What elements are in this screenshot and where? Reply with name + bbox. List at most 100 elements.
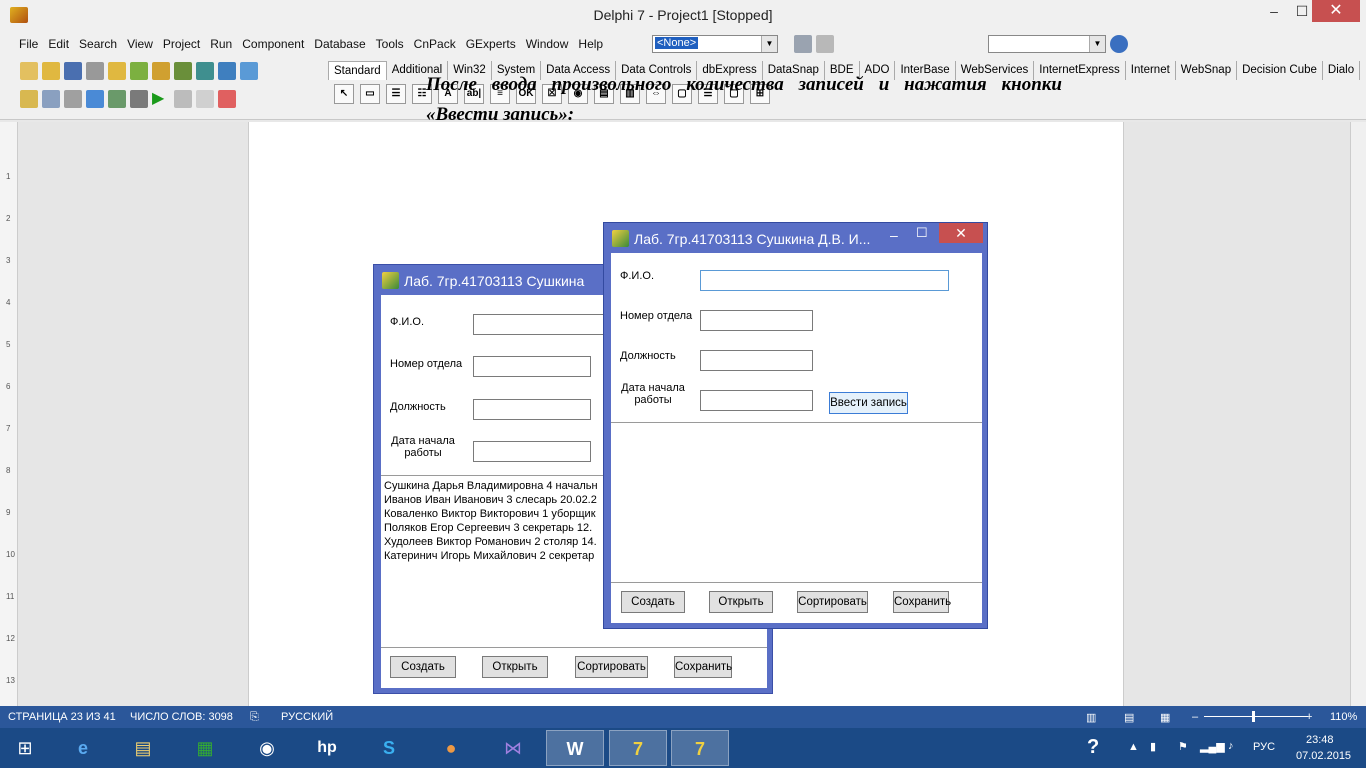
dept-field[interactable] xyxy=(700,310,813,331)
file-explorer-icon[interactable]: ▤ xyxy=(114,730,172,766)
check-icon[interactable] xyxy=(174,62,192,80)
step-icon[interactable] xyxy=(108,90,126,108)
maximize-button[interactable]: ☐ xyxy=(916,225,928,241)
run-icon[interactable]: ▶ xyxy=(152,90,170,108)
position-field[interactable] xyxy=(473,399,591,420)
dept-field[interactable] xyxy=(473,356,591,377)
enter-record-button[interactable]: Ввести запись xyxy=(829,392,908,414)
camera-app-icon[interactable]: ◉ xyxy=(238,730,296,766)
minimize-button[interactable]: – xyxy=(890,227,898,243)
tab-standard[interactable]: Standard xyxy=(328,61,387,80)
save-desktop-icon[interactable] xyxy=(1110,35,1128,53)
start-date-field[interactable] xyxy=(473,441,591,462)
chevron-down-icon[interactable]: ▼ xyxy=(1089,36,1105,52)
menu-item-gexperts[interactable]: GExperts xyxy=(461,34,521,54)
zoom-out-icon[interactable]: – xyxy=(1192,711,1198,723)
breakpoint-icon[interactable] xyxy=(218,90,236,108)
clock-date[interactable]: 07.02.2015 xyxy=(1296,750,1351,762)
open-icon[interactable] xyxy=(42,62,60,80)
menu-item-help[interactable]: Help xyxy=(573,34,608,54)
input-language[interactable]: РУС xyxy=(1253,741,1275,753)
menu-item-file[interactable]: File xyxy=(14,34,43,54)
open-button[interactable]: Открыть xyxy=(709,591,773,613)
pause-icon[interactable] xyxy=(174,90,192,108)
frames-icon[interactable]: ▭ xyxy=(360,84,380,104)
web-layout-icon[interactable]: ▦ xyxy=(1160,711,1170,724)
new-form-icon[interactable] xyxy=(86,90,104,108)
save-all-icon[interactable] xyxy=(86,62,104,80)
toggle-icon[interactable] xyxy=(64,90,82,108)
tool-icon[interactable] xyxy=(816,35,834,53)
menu-item-cnpack[interactable]: CnPack xyxy=(409,34,461,54)
print-layout-icon[interactable]: ▤ xyxy=(1124,711,1134,724)
menu-item-tools[interactable]: Tools xyxy=(371,34,409,54)
save-button[interactable]: Сохранить xyxy=(674,656,732,678)
records-memo[interactable] xyxy=(614,426,979,578)
chevron-up-icon[interactable]: ▲ xyxy=(1128,741,1139,753)
tab-decision-cube[interactable]: Decision Cube xyxy=(1237,61,1323,80)
book-icon-3[interactable] xyxy=(240,62,258,80)
battery-icon[interactable]: ▮ xyxy=(1150,740,1156,753)
start-date-field[interactable] xyxy=(700,390,813,411)
gear-icon[interactable] xyxy=(794,35,812,53)
clock-time[interactable]: 23:48 xyxy=(1306,734,1334,746)
help-icon[interactable]: ? xyxy=(1087,736,1099,759)
sort-button[interactable]: Сортировать xyxy=(797,591,868,613)
delphi-app-icon[interactable]: 7 xyxy=(671,730,729,766)
page-count[interactable]: СТРАНИЦА 23 ИЗ 41 xyxy=(8,711,116,723)
book-icon-2[interactable] xyxy=(218,62,236,80)
desktop-combo[interactable]: ▼ xyxy=(988,35,1106,53)
proofing-icon[interactable]: ⎘ xyxy=(250,711,259,724)
flag-icon[interactable]: ⚑ xyxy=(1178,740,1188,753)
tab-dialo[interactable]: Dialo xyxy=(1323,61,1361,80)
target-combo[interactable]: <None> ▼ xyxy=(652,35,778,53)
trace-icon[interactable] xyxy=(130,90,148,108)
chevron-down-icon[interactable]: ▼ xyxy=(761,36,777,52)
store-icon[interactable]: ▦ xyxy=(176,730,234,766)
language[interactable]: РУССКИЙ xyxy=(281,711,333,723)
zoom-in-icon[interactable]: + xyxy=(1306,711,1312,723)
close-button[interactable]: ✕ xyxy=(1312,0,1360,22)
zoom-level[interactable]: 110% xyxy=(1330,711,1357,723)
menu-item-database[interactable]: Database xyxy=(309,34,370,54)
menu-item-edit[interactable]: Edit xyxy=(43,34,74,54)
read-mode-icon[interactable]: ▥ xyxy=(1086,711,1096,724)
new-icon[interactable] xyxy=(20,62,38,80)
position-field[interactable] xyxy=(700,350,813,371)
book-icon[interactable] xyxy=(196,62,214,80)
volume-icon[interactable]: ♪ xyxy=(1228,740,1234,752)
chrome-icon[interactable]: ● xyxy=(422,730,480,766)
menu-item-run[interactable]: Run xyxy=(205,34,237,54)
mainmenu-icon[interactable]: ☰ xyxy=(386,84,406,104)
tab-websnap[interactable]: WebSnap xyxy=(1176,61,1238,80)
zoom-slider[interactable] xyxy=(1204,716,1308,717)
skype-icon[interactable]: S xyxy=(360,730,418,766)
signal-icon[interactable]: ▂▄▆ xyxy=(1200,740,1225,753)
internet-explorer-icon[interactable]: e xyxy=(54,730,112,766)
tab-internet[interactable]: Internet xyxy=(1126,61,1176,80)
create-button[interactable]: Создать xyxy=(621,591,685,613)
menu-item-view[interactable]: View xyxy=(122,34,158,54)
save-icon[interactable] xyxy=(64,62,82,80)
menu-item-component[interactable]: Component xyxy=(237,34,309,54)
stop-icon[interactable] xyxy=(196,90,214,108)
delphi-icon[interactable]: 7 xyxy=(609,730,667,766)
visual-studio-icon[interactable]: ⋈ xyxy=(484,730,542,766)
remove-file-icon[interactable] xyxy=(152,62,170,80)
close-button[interactable]: ✕ xyxy=(939,223,983,243)
hp-icon[interactable]: hp xyxy=(298,730,356,766)
zoom-slider-thumb[interactable] xyxy=(1252,711,1255,722)
create-button[interactable]: Создать xyxy=(390,656,456,678)
windows-start-icon[interactable]: ⊞ xyxy=(0,730,50,766)
view-unit-icon[interactable] xyxy=(20,90,38,108)
menu-item-window[interactable]: Window xyxy=(521,34,574,54)
save-button[interactable]: Сохранить xyxy=(893,591,951,613)
menu-item-search[interactable]: Search xyxy=(74,34,122,54)
vertical-scrollbar[interactable] xyxy=(1350,122,1366,706)
view-form-icon[interactable] xyxy=(42,90,60,108)
word-count[interactable]: ЧИСЛО СЛОВ: 3098 xyxy=(130,711,233,723)
fio-field[interactable] xyxy=(700,270,949,291)
sort-button[interactable]: Сортировать xyxy=(575,656,648,678)
add-file-icon[interactable] xyxy=(130,62,148,80)
menu-item-project[interactable]: Project xyxy=(158,34,205,54)
